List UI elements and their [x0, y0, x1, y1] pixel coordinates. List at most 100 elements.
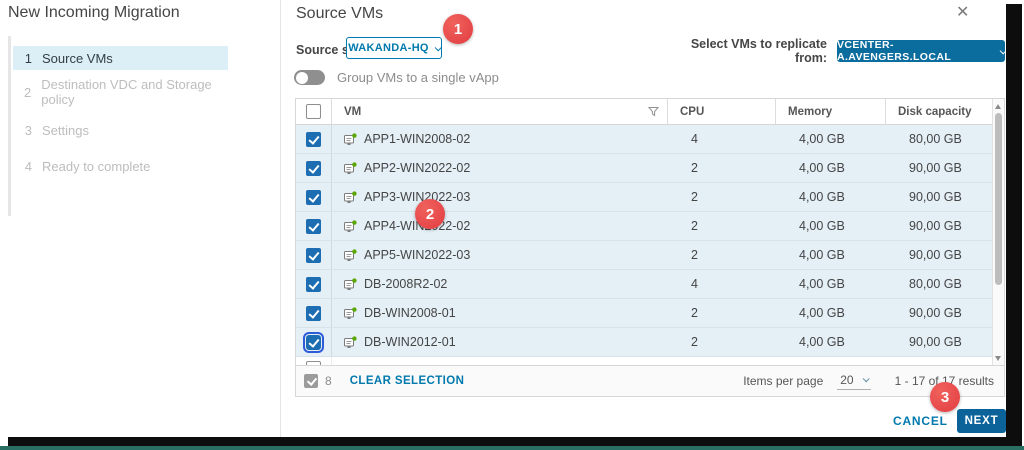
- vm-icon: [344, 278, 357, 291]
- column-header-vm[interactable]: VM: [332, 99, 667, 124]
- row-checkbox[interactable]: [306, 335, 321, 350]
- step-number: 2: [24, 85, 31, 100]
- vm-icon: [344, 191, 357, 204]
- dialog-title: New Incoming Migration: [8, 4, 180, 22]
- vm-cpu: 4: [679, 132, 787, 146]
- chevron-down-icon: [862, 375, 869, 382]
- wizard-step-source-vms[interactable]: 1 Source VMs: [13, 46, 228, 70]
- next-button[interactable]: NEXT: [957, 409, 1006, 433]
- row-checkbox[interactable]: [306, 219, 321, 234]
- vm-memory: 4,00 GB: [787, 248, 897, 262]
- vm-icon: [344, 133, 357, 146]
- vm-cpu: 2: [679, 335, 787, 349]
- vm-name: APP3-WIN2022-03: [364, 190, 470, 204]
- vcenter-value: VCENTER-A.AVENGERS.LOCAL: [837, 39, 994, 63]
- scroll-up-icon[interactable]: [995, 104, 1001, 109]
- filter-icon[interactable]: [648, 106, 659, 117]
- selection-summary-checkbox[interactable]: [304, 374, 318, 388]
- cancel-button[interactable]: CANCEL: [893, 414, 948, 428]
- table-row[interactable]: DB-WIN2012-01 24,00 GB90,00 GB: [296, 328, 1004, 357]
- wizard-step-settings[interactable]: 3 Settings: [13, 118, 228, 142]
- step-label: Source VMs: [42, 51, 113, 66]
- row-checkbox[interactable]: [306, 161, 321, 176]
- table-row[interactable]: DB-WIN2008-01 24,00 GB90,00 GB: [296, 299, 1004, 328]
- vm-disk: 90,00 GB: [897, 190, 1004, 204]
- table-header-row: VM CPU Memory Disk capacity: [296, 99, 1004, 125]
- vm-icon: [344, 162, 357, 175]
- annotation-badge-3: 3: [930, 382, 960, 412]
- vm-memory: 4,00 GB: [787, 132, 897, 146]
- vm-name: APP1-WIN2008-02: [364, 132, 470, 146]
- screenshot-shadow-right: [1006, 4, 1022, 446]
- step-label: Destination VDC and Storage policy: [41, 77, 228, 107]
- table-row[interactable]: DB-2008R2-0244,00 GB80,00 GB: [296, 270, 1004, 299]
- vm-name: APP5-WIN2022-03: [364, 248, 470, 262]
- vm-disk: 90,00 GB: [897, 335, 1004, 349]
- vcenter-dropdown[interactable]: VCENTER-A.AVENGERS.LOCAL: [837, 40, 1005, 62]
- step-label: Ready to complete: [42, 159, 150, 174]
- scroll-down-icon[interactable]: [995, 356, 1001, 361]
- row-checkbox[interactable]: [306, 190, 321, 205]
- column-header-label: CPU: [680, 106, 704, 118]
- table-row[interactable]: APP3-WIN2022-03 24,00 GB90,00 GB: [296, 183, 1004, 212]
- panel-divider: [280, 0, 281, 437]
- vm-name: DB-WIN2012-01: [364, 335, 456, 349]
- row-checkbox[interactable]: [306, 277, 321, 292]
- source-site-value: WAKANDA-HQ: [348, 42, 429, 54]
- vm-cpu: 2: [679, 219, 787, 233]
- vm-disk: 80,00 GB: [897, 277, 1004, 291]
- screenshot-border-bottom: [0, 446, 1024, 450]
- vm-disk: 90,00 GB: [897, 161, 1004, 175]
- source-site-dropdown[interactable]: WAKANDA-HQ: [346, 37, 442, 59]
- vm-disk: 80,00 GB: [897, 132, 1004, 146]
- row-checkbox[interactable]: [306, 306, 321, 321]
- chevron-down-icon: [434, 44, 441, 51]
- column-header-label: Disk capacity: [898, 106, 972, 118]
- group-vapp-toggle[interactable]: [294, 70, 325, 85]
- vm-cpu: 2: [679, 161, 787, 175]
- vm-disk: 90,00 GB: [897, 306, 1004, 320]
- vm-memory: 4,00 GB: [787, 335, 897, 349]
- items-per-page-select[interactable]: 20: [837, 373, 870, 390]
- row-checkbox[interactable]: [306, 248, 321, 263]
- step-number: 1: [24, 51, 32, 66]
- vm-name: DB-WIN2008-01: [364, 306, 456, 320]
- column-header-label: VM: [344, 106, 361, 118]
- annotation-badge-1: 1: [443, 14, 473, 44]
- row-checkbox[interactable]: [306, 132, 321, 147]
- column-header-disk[interactable]: Disk capacity: [885, 99, 992, 124]
- vm-memory: 4,00 GB: [787, 219, 897, 233]
- migration-wizard-dialog: New Incoming Migration 1 Source VMs 2 De…: [0, 0, 1024, 450]
- wizard-step-destination[interactable]: 2 Destination VDC and Storage policy: [13, 80, 228, 104]
- vm-cpu: 2: [679, 306, 787, 320]
- select-all-cell: [296, 99, 332, 124]
- table-row[interactable]: APP5-WIN2022-03 24,00 GB90,00 GB: [296, 241, 1004, 270]
- select-all-checkbox[interactable]: [306, 104, 321, 119]
- vm-memory: 4,00 GB: [787, 190, 897, 204]
- vm-icon: [344, 249, 357, 262]
- selected-count: 8: [325, 374, 332, 388]
- vm-icon: [344, 220, 357, 233]
- vm-cpu: 2: [679, 248, 787, 262]
- scrollbar-thumb[interactable]: [995, 113, 1002, 285]
- vm-cpu: 2: [679, 190, 787, 204]
- clear-selection-button[interactable]: CLEAR SELECTION: [350, 375, 465, 387]
- table-body: APP1-WIN2008-0244,00 GB80,00 GBAPP2-WIN2…: [296, 125, 1004, 357]
- table-row[interactable]: APP2-WIN2022-0224,00 GB90,00 GB: [296, 154, 1004, 183]
- table-row[interactable]: APP1-WIN2008-02 44,00 GB80,00 GB: [296, 125, 1004, 154]
- step-number: 4: [24, 159, 32, 174]
- wizard-step-ready[interactable]: 4 Ready to complete: [13, 154, 228, 178]
- column-header-cpu[interactable]: CPU: [667, 99, 775, 124]
- table-scrollbar[interactable]: [992, 99, 1004, 366]
- table-row[interactable]: APP4-WIN2022-0224,00 GB90,00 GB: [296, 212, 1004, 241]
- group-vapp-toggle-label: Group VMs to a single vApp: [337, 70, 499, 85]
- vm-icon: [344, 336, 357, 349]
- vm-disk: 90,00 GB: [897, 248, 1004, 262]
- vm-table: VM CPU Memory Disk capacity APP1-WIN2008…: [295, 98, 1005, 397]
- items-per-page-label: Items per page: [743, 374, 823, 388]
- vm-name: DB-2008R2-02: [364, 277, 447, 291]
- column-header-memory[interactable]: Memory: [775, 99, 885, 124]
- vm-memory: 4,00 GB: [787, 306, 897, 320]
- close-icon[interactable]: ✕: [956, 2, 969, 22]
- vm-cpu: 4: [679, 277, 787, 291]
